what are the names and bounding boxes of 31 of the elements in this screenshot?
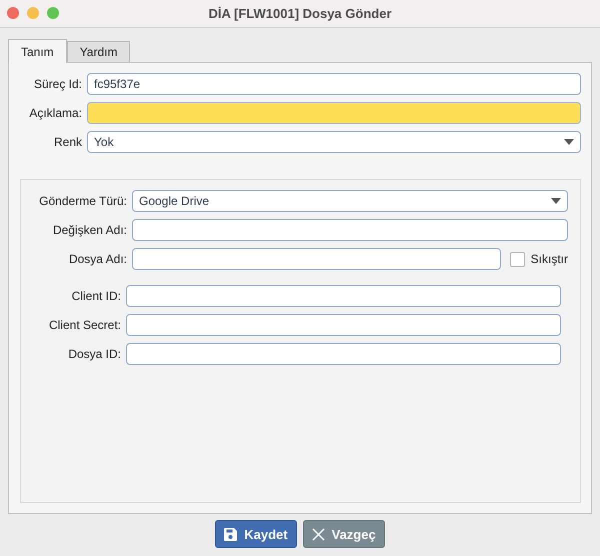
tab[interactable]: Tanım — [8, 39, 67, 63]
field-label: Dosya ID: — [67, 347, 121, 361]
zoom-button[interactable] — [47, 7, 59, 19]
field-label: Süreç Id: — [32, 77, 82, 91]
input-field[interactable] — [132, 248, 501, 270]
field-label: Gönderme Türü: — [38, 194, 127, 208]
field-label: Client Secret: — [48, 318, 121, 332]
cancel-button[interactable]: Vazgeç — [302, 520, 385, 548]
input-field[interactable] — [126, 343, 561, 365]
field-label: Açıklama: — [28, 106, 82, 120]
close-button[interactable] — [7, 7, 19, 19]
tab[interactable]: Yardım — [66, 41, 130, 62]
field-label: Client ID: — [70, 289, 121, 303]
window-title: DİA [FLW1001] Dosya Gönder — [208, 6, 392, 21]
input-field[interactable] — [126, 285, 561, 307]
field-label: Renk — [52, 135, 82, 149]
dropdown[interactable]: Google Drive — [132, 190, 568, 212]
input-field[interactable] — [132, 219, 568, 241]
input-field[interactable] — [87, 102, 581, 124]
minimize-button[interactable] — [27, 7, 39, 19]
input-field[interactable]: fc95f37e — [87, 73, 581, 95]
dropdown[interactable]: Yok — [87, 131, 581, 153]
caret-icon — [564, 139, 574, 145]
checkbox-label: Sıkıştır — [530, 252, 568, 266]
field-label: Dosya Adı: — [68, 252, 127, 266]
close-icon — [312, 528, 325, 540]
checkbox[interactable] — [510, 252, 525, 266]
save-button[interactable]: Kaydet — [215, 520, 297, 548]
input-field[interactable] — [126, 314, 561, 336]
field-label: Değişken Adı: — [52, 223, 127, 237]
caret-icon — [551, 198, 561, 204]
